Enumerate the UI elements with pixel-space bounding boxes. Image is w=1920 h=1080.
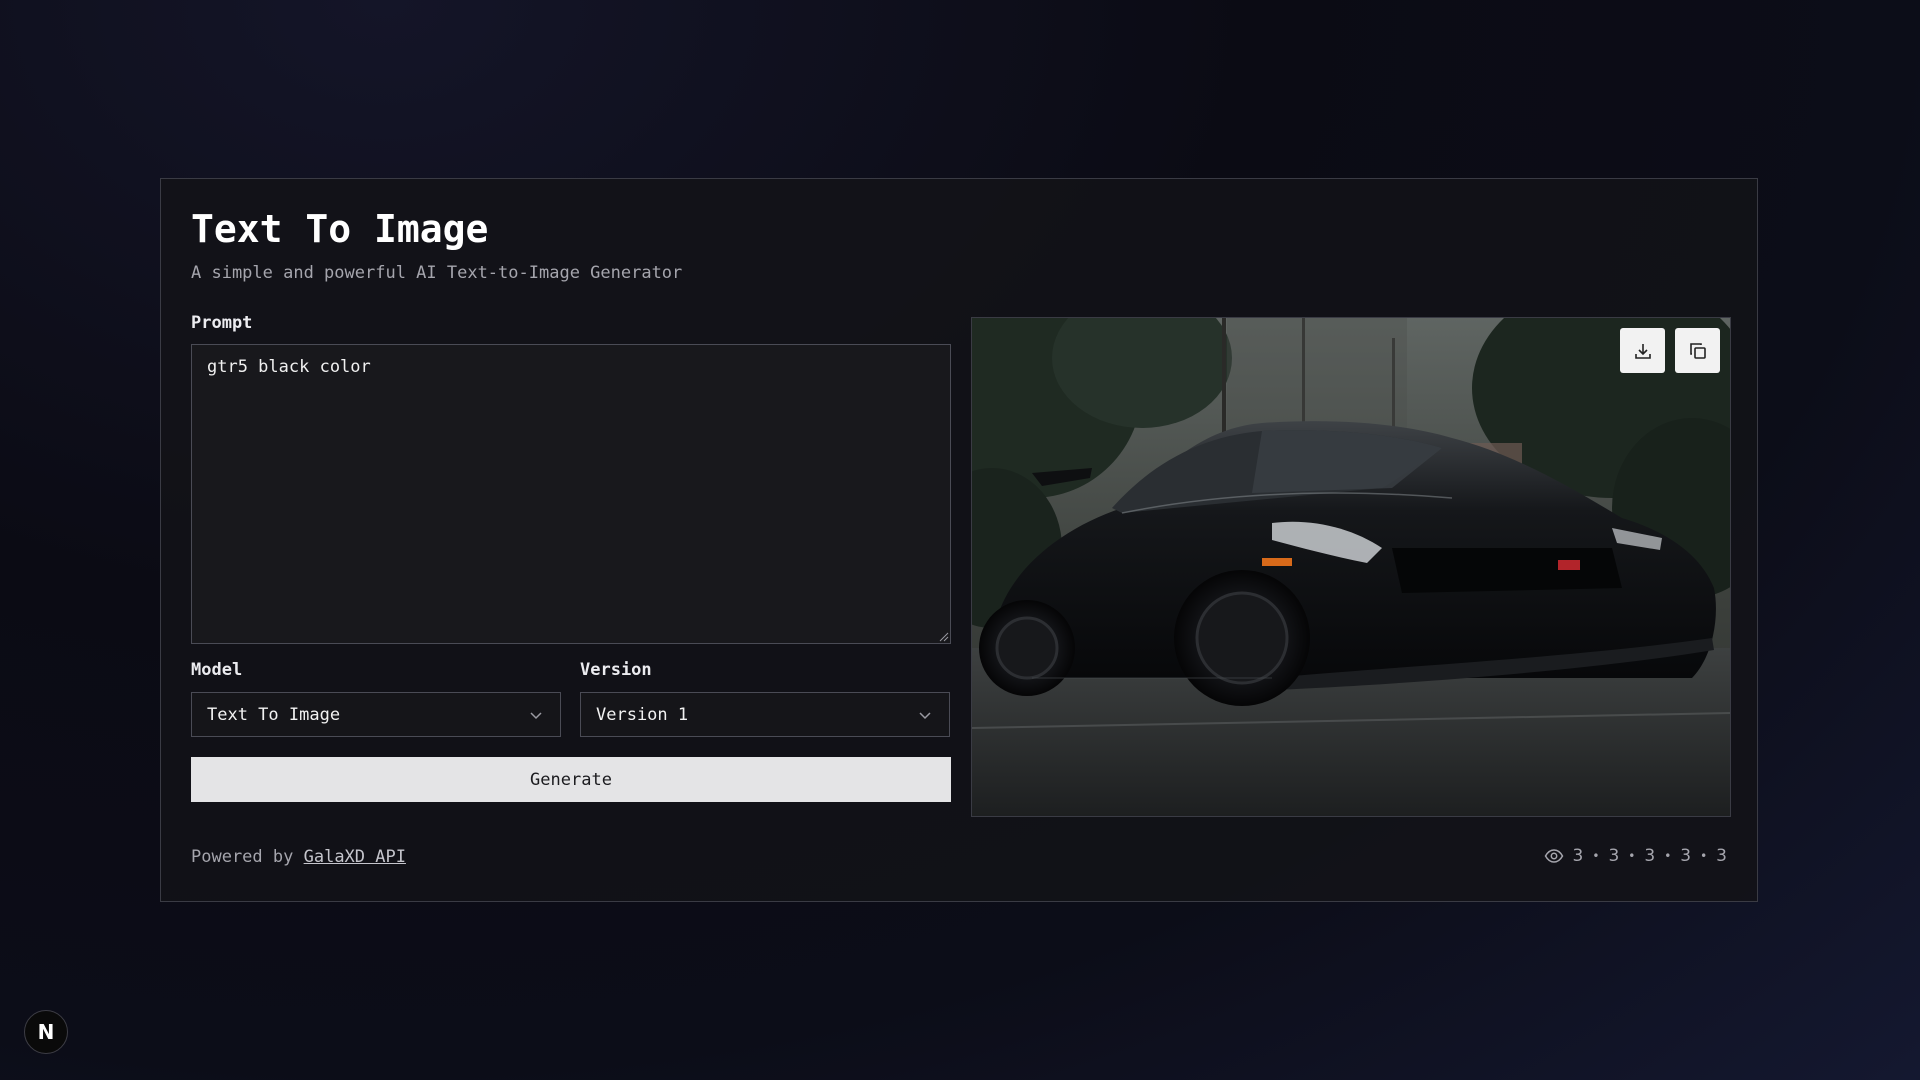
stat-value: 3 (1644, 846, 1656, 866)
stat-value: 3 (1680, 846, 1692, 866)
copy-button[interactable] (1675, 328, 1720, 373)
model-select-value: Text To Image (207, 704, 341, 725)
model-select[interactable]: Text To Image (191, 692, 561, 737)
version-label: Version (580, 660, 652, 680)
galaxd-api-link[interactable]: GalaXD API (304, 847, 406, 867)
nextjs-badge-letter: N (37, 1020, 55, 1044)
powered-by: Powered by GalaXD API (191, 847, 406, 867)
eye-icon (1544, 849, 1563, 863)
chevron-down-icon (919, 712, 931, 720)
nextjs-badge[interactable]: N (24, 1010, 68, 1054)
stat-value: 3 (1716, 846, 1727, 866)
version-select[interactable]: Version 1 (580, 692, 950, 737)
stat-value: 3 (1572, 846, 1584, 866)
generate-button[interactable]: Generate (191, 757, 951, 802)
generator-card: Text To Image A simple and powerful AI T… (160, 178, 1758, 902)
resize-handle-icon[interactable] (939, 632, 949, 642)
copy-icon (1689, 342, 1706, 359)
stat-separator: • (1664, 849, 1672, 863)
generated-car-image (972, 318, 1730, 816)
generated-image (971, 317, 1731, 817)
model-label: Model (191, 660, 243, 680)
powered-by-prefix: Powered by (191, 847, 294, 867)
stat-separator: • (1628, 849, 1636, 863)
page-title: Text To Image (191, 207, 489, 251)
prompt-label: Prompt (191, 313, 253, 333)
download-icon (1634, 343, 1651, 359)
page-subtitle: A simple and powerful AI Text-to-Image G… (191, 263, 683, 283)
stats-counter: 3 • 3 • 3 • 3 • 3 (1544, 846, 1727, 866)
stat-separator: • (1700, 849, 1708, 863)
stat-value: 3 (1608, 846, 1620, 866)
stat-separator: • (1592, 849, 1600, 863)
prompt-input[interactable] (191, 344, 951, 644)
chevron-down-icon (530, 712, 542, 720)
download-button[interactable] (1620, 328, 1665, 373)
version-select-value: Version 1 (596, 704, 689, 725)
